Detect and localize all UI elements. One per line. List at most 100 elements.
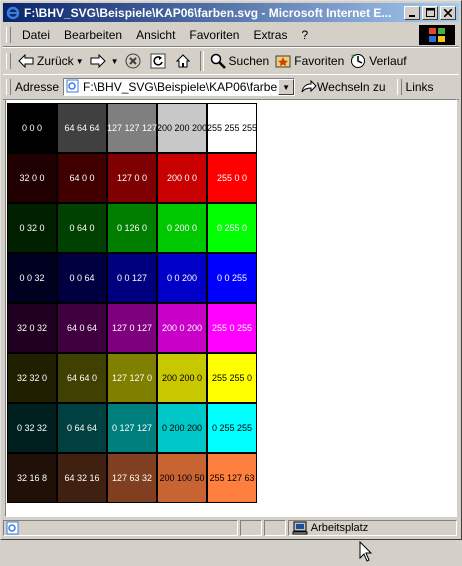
color-swatch: 0 200 0 [157,203,207,253]
forward-button[interactable]: ▼ [87,50,122,72]
color-swatch: 200 0 200 [157,303,207,353]
color-swatch: 0 0 255 [207,253,257,303]
menu-bar: Datei Bearbeiten Ansicht Favoriten Extra… [3,24,459,47]
back-button[interactable]: Zurück ▼ [15,50,87,72]
color-swatch: 32 32 0 [7,353,57,403]
status-panel [239,519,262,536]
color-swatch: 0 32 32 [7,403,57,453]
color-swatch: 255 127 63 [207,453,257,503]
zone-label: Arbeitsplatz [310,521,369,534]
title-bar[interactable]: F:\BHV_SVG\Beispiele\KAP06\farben.svg - … [3,3,459,22]
color-swatch: 0 64 0 [57,203,107,253]
minimize-button[interactable] [404,5,420,20]
color-swatch: 200 0 0 [157,153,207,203]
favorites-button[interactable]: Favoriten [272,50,347,72]
stop-button[interactable] [122,50,147,72]
toolbar-grip[interactable] [6,27,11,43]
color-swatch: 255 255 0 [207,353,257,403]
links-toolbar[interactable]: Links [394,79,434,95]
color-swatch: 127 0 127 [107,303,157,353]
menu-bearbeiten[interactable]: Bearbeiten [57,28,129,42]
refresh-icon [150,53,166,69]
color-swatch: 200 200 200 [157,103,207,153]
toolbar-grip[interactable] [396,79,402,95]
address-bar: Adresse F:\BHV_SVG\Beispiele\KAP06\farbe… [3,74,459,100]
page-status-icon [6,521,20,535]
browser-window: F:\BHV_SVG\Beispiele\KAP06\farben.svg - … [0,0,462,562]
color-swatch: 0 64 64 [57,403,107,453]
menu-favoriten[interactable]: Favoriten [182,28,246,42]
links-label: Links [405,80,434,94]
color-swatch: 32 16 8 [7,453,57,503]
color-swatch: 64 64 0 [57,353,107,403]
go-arrow-icon [301,80,317,93]
computer-icon [292,521,308,535]
back-arrow-icon [18,54,34,68]
stop-icon [125,53,141,69]
home-icon [175,54,190,68]
color-swatch: 64 0 0 [57,153,107,203]
color-swatch: 255 0 0 [207,153,257,203]
status-text-panel [3,519,238,536]
color-swatch: 0 127 127 [107,403,157,453]
minimize-icon [409,14,415,17]
back-label: Zurück [37,54,74,68]
menu-ansicht[interactable]: Ansicht [129,28,182,42]
color-swatch: 127 127 127 [107,103,157,153]
menu-datei[interactable]: Datei [15,28,57,42]
color-swatch: 32 0 32 [7,303,57,353]
status-bar: Arbeitsplatz [3,518,459,537]
chevron-down-icon[interactable]: ▼ [111,57,119,66]
address-input[interactable]: F:\BHV_SVG\Beispiele\KAP06\farben.svg ▼ [63,78,296,96]
color-swatch: 0 32 0 [7,203,57,253]
close-icon [444,8,452,17]
ie-page-icon [66,79,80,96]
color-swatch: 0 255 0 [207,203,257,253]
color-swatch: 64 0 64 [57,303,107,353]
color-swatch: 64 32 16 [57,453,107,503]
history-label: Verlauf [369,54,407,68]
close-button[interactable] [440,5,456,20]
toolbar-grip[interactable] [6,53,11,69]
color-swatch: 0 0 32 [7,253,57,303]
color-swatch: 127 127 0 [107,353,157,403]
window-title: F:\BHV_SVG\Beispiele\KAP06\farben.svg - … [24,5,392,20]
menu-extras[interactable]: Extras [246,28,294,42]
history-button[interactable]: Verlauf [347,50,409,72]
windows-logo-icon [419,25,455,45]
home-button[interactable] [172,50,197,72]
color-swatch: 255 0 255 [207,303,257,353]
zone-panel: Arbeitsplatz [287,519,457,536]
color-swatch: 32 0 0 [7,153,57,203]
color-swatch: 0 0 0 [7,103,57,153]
ie-icon [5,5,21,21]
menu-help[interactable]: ? [294,28,315,42]
color-swatch: 127 0 0 [107,153,157,203]
status-panel [263,519,286,536]
go-label: Wechseln zu [317,80,386,94]
color-swatch: 0 0 64 [57,253,107,303]
color-swatch: 64 64 64 [57,103,107,153]
forward-arrow-icon [90,54,106,68]
address-value: F:\BHV_SVG\Beispiele\KAP06\farben.svg [83,80,278,94]
favorites-label: Favoriten [294,54,345,68]
color-swatch: 0 0 200 [157,253,207,303]
toolbar-separator [199,51,204,71]
color-swatch: 255 255 255 [207,103,257,153]
color-swatch: 0 200 200 [157,403,207,453]
color-swatch: 0 0 127 [107,253,157,303]
search-button[interactable]: Suchen [207,50,273,72]
maximize-button[interactable] [422,5,438,20]
mouse-cursor-icon [359,540,373,566]
page-content: 0 0 0 64 64 64 127 127 127 200 200 200 255 2… [5,99,457,562]
refresh-button[interactable] [147,50,172,72]
toolbar-grip[interactable] [6,79,11,95]
color-swatch: 0 255 255 [207,403,257,453]
color-swatch: 0 126 0 [107,203,157,253]
color-swatch: 200 100 50 [157,453,207,503]
go-button[interactable]: Wechseln zu [301,80,386,94]
maximize-icon [425,8,435,17]
chevron-down-icon[interactable]: ▼ [278,79,295,95]
standard-toolbar: Zurück ▼ ▼ Suchen Favoriten Verlauf [3,47,459,75]
chevron-down-icon[interactable]: ▼ [76,57,84,66]
